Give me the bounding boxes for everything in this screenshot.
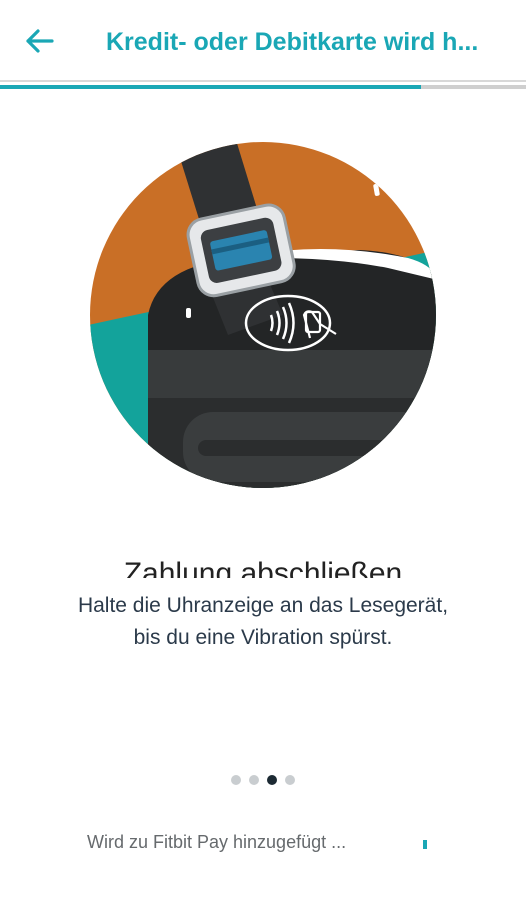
progress-bar [0, 85, 526, 89]
back-button[interactable] [22, 22, 60, 60]
instruction-line-1: Halte die Uhranzeige an das Lesegerät, [77, 594, 449, 617]
pagination-dot [231, 775, 241, 785]
instruction-text: Halte die Uhranzeige an das Lesegerät, b… [20, 590, 506, 654]
instruction-line-2: bis du eine Vibration spürst. [133, 626, 393, 649]
arrow-left-icon [26, 29, 54, 53]
progress-fill [0, 85, 421, 89]
app-bar: Kredit- oder Debitkarte wird h... [0, 0, 526, 80]
pagination-dot [285, 775, 295, 785]
pagination-dots [0, 775, 526, 787]
payment-illustration [88, 140, 438, 490]
status-text: Wird zu Fitbit Pay hinzugefügt ... [87, 832, 347, 852]
heading-container: Zahlung abschließen [0, 548, 526, 578]
pagination-dot [267, 775, 277, 785]
loading-indicator [423, 840, 427, 849]
header-divider [0, 80, 526, 82]
heading: Zahlung abschließen [123, 557, 403, 578]
pagination-dot [249, 775, 259, 785]
page-title: Kredit- oder Debitkarte wird h... [106, 28, 479, 56]
